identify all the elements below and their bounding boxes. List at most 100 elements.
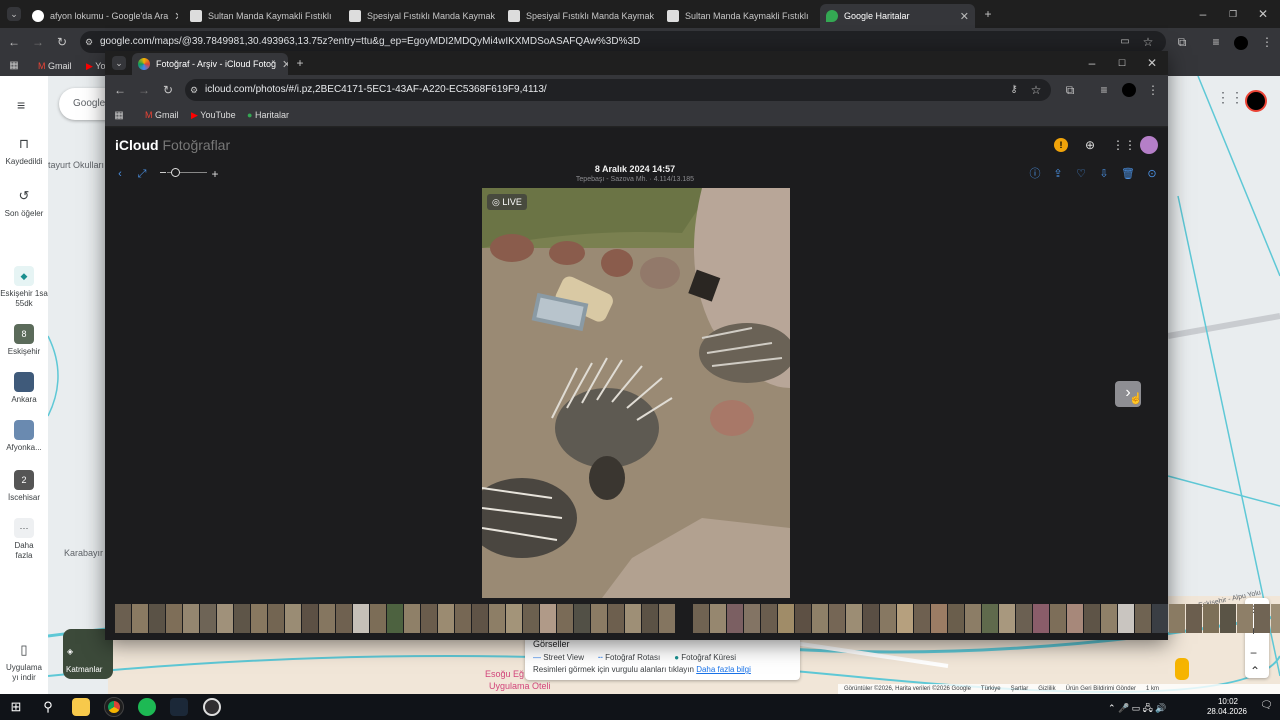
filmstrip-thumbnail[interactable]	[1152, 603, 1168, 633]
sidebar-item-eskisehir-route[interactable]: ◆ Eskişehir 1sa 55dk	[0, 266, 48, 309]
filmstrip-thumbnail[interactable]	[1118, 603, 1134, 633]
notifications-icon[interactable]: 🗨	[1260, 700, 1273, 711]
more-icon[interactable]: ⊙	[1145, 168, 1159, 180]
search-icon[interactable]: ⚲	[39, 698, 57, 716]
footer-feedback[interactable]: Ürün Geri Bildirimi Gönder	[1066, 684, 1136, 694]
extensions-icon[interactable]: ⧉	[1175, 35, 1189, 49]
bookmark-maps[interactable]: ● Haritalar	[247, 110, 289, 120]
filmstrip-thumbnail[interactable]	[948, 603, 964, 633]
filmstrip-thumbnail[interactable]	[540, 603, 556, 633]
popup-url-field[interactable]: ⚙ icloud.com/photos/#/i.pz,2BEC4171-5EC1-…	[185, 79, 1051, 101]
close-icon[interactable]: ✕	[168, 10, 178, 23]
filmstrip-thumbnail[interactable]	[1067, 603, 1083, 633]
close-window-icon[interactable]: ✕	[1145, 56, 1159, 70]
filmstrip-thumbnail[interactable]	[1220, 603, 1236, 633]
clock-time[interactable]: 10:02	[1204, 697, 1252, 706]
icloud-logo[interactable]: iCloud Fotoğraflar	[115, 137, 230, 153]
zoom-out-button[interactable]: −	[1250, 646, 1257, 660]
popup-tab-icloud[interactable]: Fotoğraf - Arşiv - iCloud Fotoğ ✕	[132, 53, 288, 75]
filmstrip-thumbnail[interactable]	[846, 603, 862, 633]
filmstrip-thumbnail[interactable]	[523, 603, 539, 633]
filmstrip-thumbnail[interactable]	[268, 603, 284, 633]
filmstrip-thumbnail[interactable]	[591, 603, 607, 633]
filmstrip-thumbnail[interactable]	[132, 603, 148, 633]
filmstrip-thumbnail[interactable]	[795, 603, 811, 633]
back-chevron-icon[interactable]: ‹	[113, 168, 127, 180]
bookmark-gmail[interactable]: M Gmail	[145, 110, 179, 120]
outer-tab-2[interactable]: Sultan Manda Kaymakli Fıstıklı✕	[184, 4, 336, 28]
footer-country[interactable]: Türkiye	[981, 684, 1001, 694]
media-icon[interactable]: ≡	[1097, 83, 1111, 97]
forward-icon[interactable]: →	[137, 83, 151, 97]
live-badge[interactable]: ◎ LIVE	[487, 194, 527, 210]
apps-grid-icon[interactable]: ▦	[112, 109, 126, 123]
obs-icon[interactable]	[203, 698, 221, 716]
site-info-icon[interactable]: ⚙	[190, 83, 198, 97]
bookmark-youtube[interactable]: ▶ YouTube	[191, 110, 236, 121]
filmstrip-thumbnail[interactable]	[693, 603, 709, 633]
filmstrip-thumbnail[interactable]	[574, 603, 590, 633]
filmstrip-thumbnail[interactable]	[608, 603, 624, 633]
menu-icon[interactable]: ⋮	[1260, 35, 1274, 49]
filmstrip-thumbnail[interactable]	[1271, 603, 1280, 633]
filmstrip-thumbnail[interactable]	[115, 603, 131, 633]
profile-avatar[interactable]	[1234, 36, 1248, 50]
outer-tab-1[interactable]: afyon lokumu - Google'da Ara✕	[26, 4, 178, 28]
sidebar-item-afyon[interactable]: Afyonka...	[0, 420, 48, 453]
back-icon[interactable]: ←	[7, 35, 21, 49]
pegman-icon[interactable]	[1175, 658, 1189, 680]
main-photo[interactable]: ◎ LIVE	[482, 188, 790, 598]
filmstrip-thumbnail[interactable]	[710, 603, 726, 633]
maps-profile-avatar[interactable]	[1245, 90, 1267, 112]
site-info-icon[interactable]: ⚙	[85, 35, 93, 49]
info-icon[interactable]: ⓘ	[1028, 168, 1042, 180]
cast-icon[interactable]: ▭	[1118, 35, 1132, 49]
close-icon[interactable]: ✕	[276, 58, 288, 71]
file-explorer-icon[interactable]	[72, 698, 90, 716]
google-apps-icon[interactable]: ⋮⋮	[1216, 90, 1244, 104]
filmstrip-thumbnail[interactable]	[931, 603, 947, 633]
filmstrip-thumbnail[interactable]	[336, 603, 352, 633]
menu-icon[interactable]: ⋮	[1146, 83, 1160, 97]
filmstrip-thumbnail[interactable]	[404, 603, 420, 633]
filmstrip-thumbnail[interactable]	[744, 603, 760, 633]
filmstrip-thumbnail[interactable]	[778, 603, 794, 633]
zoom-slider-knob[interactable]	[171, 168, 180, 177]
outer-tab-6[interactable]: Google Haritalar ✕	[820, 4, 975, 28]
filmstrip-thumbnail[interactable]	[1169, 603, 1185, 633]
filmstrip-thumbnail[interactable]	[999, 603, 1015, 633]
filmstrip-thumbnail[interactable]	[1016, 603, 1032, 633]
filmstrip-thumbnail[interactable]	[880, 603, 896, 633]
restore-icon[interactable]: ❐	[1226, 7, 1240, 21]
filmstrip-thumbnail[interactable]	[965, 603, 981, 633]
filmstrip-thumbnail[interactable]	[1050, 603, 1066, 633]
sidebar-item-get-app[interactable]: ▯ Uygulama yı indir	[0, 640, 48, 683]
filmstrip-thumbnail[interactable]	[370, 603, 386, 633]
close-icon[interactable]: ✕	[954, 10, 969, 23]
minimize-icon[interactable]: –	[1085, 56, 1099, 70]
profile-avatar[interactable]	[1122, 83, 1136, 97]
bookmark-star-icon[interactable]: ☆	[1141, 35, 1155, 49]
apps-grid-icon[interactable]: ▦	[7, 59, 21, 73]
zoom-in-icon[interactable]: +	[208, 167, 222, 181]
filmstrip-thumbnail[interactable]	[251, 603, 267, 633]
sidebar-item-recents[interactable]: ↺ Son öğeler	[0, 186, 48, 219]
sidebar-item-more[interactable]: ··· Daha fazla	[0, 518, 48, 561]
filmstrip-thumbnail[interactable]	[166, 603, 182, 633]
bookmark-star-icon[interactable]: ☆	[1029, 83, 1043, 97]
tab-search-icon[interactable]: ⌄	[112, 56, 126, 70]
reload-icon[interactable]: ↻	[55, 35, 69, 49]
filmstrip-thumbnail[interactable]	[557, 603, 573, 633]
filmstrip-thumbnail[interactable]	[1254, 603, 1270, 633]
filmstrip-thumbnail[interactable]	[489, 603, 505, 633]
filmstrip-thumbnail[interactable]	[982, 603, 998, 633]
filmstrip-thumbnail[interactable]	[676, 603, 692, 633]
media-icon[interactable]: ≡	[1209, 35, 1223, 49]
filmstrip-thumbnail[interactable]	[217, 603, 233, 633]
filmstrip-thumbnail[interactable]	[1237, 603, 1253, 633]
filmstrip-thumbnail[interactable]	[472, 603, 488, 633]
forward-icon[interactable]: →	[31, 35, 45, 49]
filmstrip-thumbnail[interactable]	[812, 603, 828, 633]
filmstrip-thumbnail[interactable]	[863, 603, 879, 633]
hamburger-menu-icon[interactable]: ≡	[17, 98, 25, 112]
